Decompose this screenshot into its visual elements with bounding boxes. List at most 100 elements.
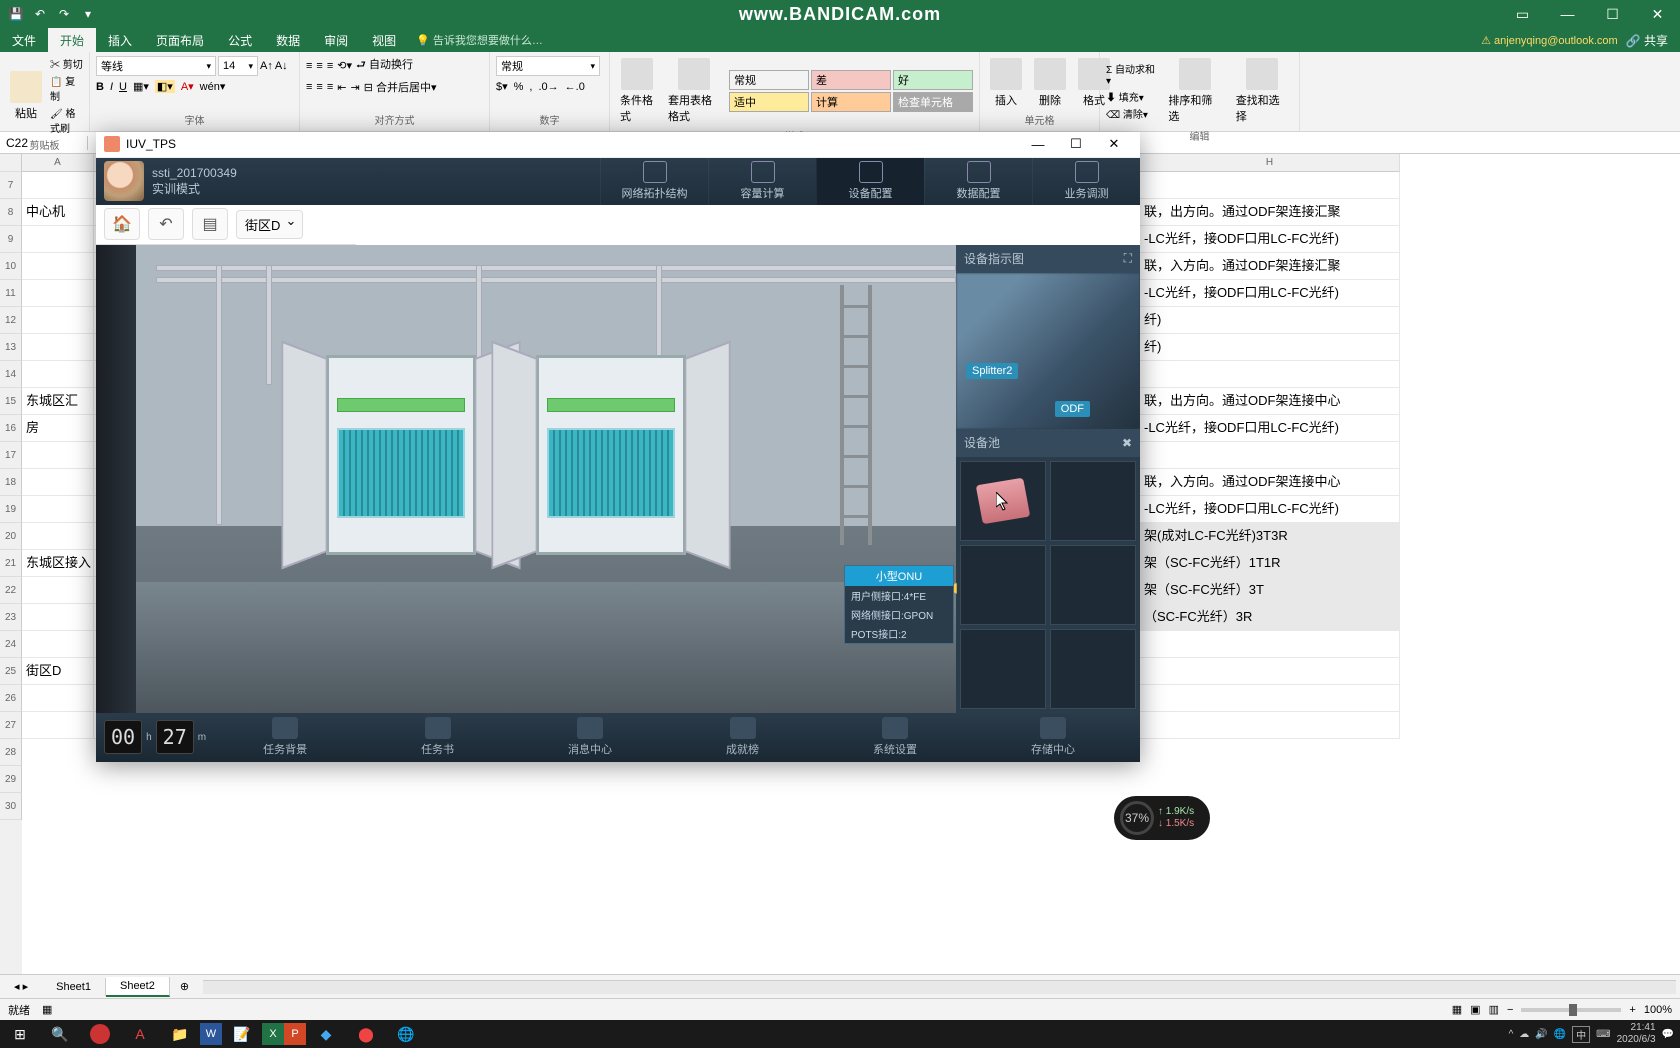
taskbar-ppt-icon[interactable]: P [284, 1023, 306, 1045]
format-painter-button[interactable]: 🖌 格式刷 [50, 105, 83, 135]
iuv-close-icon[interactable]: ✕ [1096, 132, 1132, 156]
footer-task-book[interactable]: 任务书 [421, 717, 454, 757]
tab-file[interactable]: 文件 [0, 28, 48, 53]
tab-data[interactable]: 数据 [264, 28, 312, 53]
taskbar-word-icon[interactable]: W [200, 1023, 222, 1045]
share-button[interactable]: 🔗 共享 [1626, 32, 1668, 49]
view-layout-icon[interactable]: ▣ [1470, 1003, 1480, 1016]
start-button[interactable]: ⊞ [0, 1020, 40, 1048]
name-box[interactable]: C22 [0, 136, 88, 150]
dec-decimal-icon[interactable]: ←.0 [565, 81, 585, 93]
zoom-slider[interactable] [1521, 1008, 1621, 1012]
col-header-A[interactable]: A [22, 154, 94, 172]
search-icon[interactable]: 🔍 [40, 1020, 80, 1048]
cell-H23[interactable]: （SC-FC光纤）3R [1140, 604, 1400, 631]
align-right-icon[interactable]: ≡ [327, 81, 333, 93]
location-select[interactable]: 街区D [236, 210, 303, 239]
cabinet-1[interactable] [326, 355, 476, 555]
pool-tools-icon[interactable]: ✖ [1122, 436, 1132, 450]
tray-clock[interactable]: 21:41 2020/6/3 [1617, 1022, 1656, 1046]
nav-test[interactable]: 业务调测 [1032, 158, 1140, 205]
tag-odf[interactable]: ODF [1055, 401, 1090, 417]
speed-widget[interactable]: 37% ↑ 1.9K/s ↓ 1.5K/s [1114, 796, 1210, 840]
cell-H20[interactable]: 架(成对LC-FC光纤)3T3R [1140, 523, 1400, 550]
taskbar-app-blue[interactable]: ◆ [306, 1020, 346, 1048]
footer-settings[interactable]: 系统设置 [873, 717, 917, 757]
insert-cells-button[interactable]: 插入 [986, 56, 1026, 110]
tray-net-icon[interactable]: 🌐 [1554, 1029, 1566, 1040]
home-button[interactable]: 🏠 [104, 208, 140, 240]
increase-font-icon[interactable]: A↑ [260, 60, 273, 72]
cell-H22[interactable]: 架（SC-FC光纤）3T [1140, 577, 1400, 604]
taskbar-notepad-icon[interactable]: 📝 [222, 1020, 262, 1048]
border-button[interactable]: ▦▾ [133, 80, 149, 93]
cell-A16[interactable]: 房 [22, 415, 94, 442]
tray-vol-icon[interactable]: 🔊 [1535, 1029, 1547, 1040]
clear-button[interactable]: ⌫ 清除▾ [1106, 106, 1158, 121]
tab-view[interactable]: 视图 [360, 28, 408, 53]
style-normal[interactable]: 常规 [729, 70, 809, 90]
tray-cloud-icon[interactable]: ☁ [1519, 1029, 1529, 1040]
taskbar-app-1[interactable] [90, 1024, 110, 1044]
add-sheet-icon[interactable]: ⊕ [170, 980, 199, 993]
footer-messages[interactable]: 消息中心 [568, 717, 612, 757]
style-bad[interactable]: 差 [811, 70, 891, 90]
sort-filter-button[interactable]: 排序和筛选 [1164, 56, 1225, 126]
style-neutral[interactable]: 适中 [729, 92, 809, 112]
scene-3d[interactable] [96, 245, 956, 713]
zoom-value[interactable]: 100% [1644, 1004, 1672, 1016]
back-button[interactable]: ↶ [148, 208, 184, 240]
pool-slot-6[interactable] [1050, 629, 1136, 709]
wrap-text-button[interactable]: ⮐ 自动换行 [356, 56, 413, 75]
taskbar-adobe-icon[interactable]: A [120, 1020, 160, 1048]
tray-ime-icon[interactable]: 中 [1572, 1026, 1590, 1043]
nav-device[interactable]: 设备配置 [816, 158, 924, 205]
tray-kb-icon[interactable]: ⌨ [1596, 1029, 1610, 1040]
sheet-tab-1[interactable]: Sheet1 [42, 978, 106, 996]
footer-task-bg[interactable]: 任务背景 [263, 717, 307, 757]
qa-dropdown-icon[interactable]: ▾ [80, 6, 96, 22]
close-icon[interactable]: ✕ [1635, 0, 1680, 28]
tab-home[interactable]: 开始 [48, 28, 96, 53]
zoom-out-icon[interactable]: − [1507, 1004, 1513, 1016]
delete-cells-button[interactable]: 删除 [1030, 56, 1070, 110]
italic-button[interactable]: I [110, 81, 113, 93]
pool-slot-2[interactable] [1050, 461, 1136, 541]
inc-decimal-icon[interactable]: .0→ [538, 81, 558, 93]
maximize-icon[interactable]: ☐ [1590, 0, 1635, 28]
cond-format-button[interactable]: 条件格式 [616, 56, 658, 126]
underline-button[interactable]: U [119, 81, 127, 93]
taskbar-chrome-icon[interactable]: 🌐 [386, 1020, 426, 1048]
cell-H15[interactable]: 联，出方向。通过ODF架连接中心 [1140, 388, 1400, 415]
orientation-icon[interactable]: ⟲▾ [337, 59, 352, 72]
fill-button[interactable]: ⬇ 填充▾ [1106, 89, 1158, 104]
cell-A8[interactable]: 中心机 [22, 199, 94, 226]
bold-button[interactable]: B [96, 81, 104, 93]
taskbar-excel-icon[interactable]: X [262, 1023, 284, 1045]
table-format-button[interactable]: 套用表格格式 [664, 56, 723, 126]
undo-icon[interactable]: ↶ [32, 6, 48, 22]
cell-A15[interactable]: 东城区汇 [22, 388, 94, 415]
tag-splitter[interactable]: Splitter2 [966, 363, 1018, 379]
number-format-select[interactable]: 常规 [496, 56, 600, 76]
tab-layout[interactable]: 页面布局 [144, 28, 216, 53]
redo-icon[interactable]: ↷ [56, 6, 72, 22]
minimize-icon[interactable]: — [1545, 0, 1590, 28]
currency-icon[interactable]: $▾ [496, 80, 508, 93]
iuv-maximize-icon[interactable]: ☐ [1058, 132, 1094, 156]
taskbar-explorer-icon[interactable]: 📁 [160, 1020, 200, 1048]
nav-data[interactable]: 数据配置 [924, 158, 1032, 205]
cell-H11[interactable]: -LC光纤，接ODF口用LC-FC光纤) [1140, 280, 1400, 307]
pool-slot-3[interactable] [960, 545, 1046, 625]
decrease-font-icon[interactable]: A↓ [275, 60, 288, 72]
cell-H18[interactable]: 联，入方向。通过ODF架连接中心 [1140, 469, 1400, 496]
avatar[interactable] [104, 161, 144, 201]
tray-up-icon[interactable]: ^ [1509, 1029, 1514, 1040]
list-button[interactable]: ▤ [192, 208, 228, 240]
map-tree-icon[interactable]: ⛶ [1124, 251, 1132, 266]
indent-inc-icon[interactable]: ⇥ [350, 81, 359, 94]
align-left-icon[interactable]: ≡ [306, 81, 312, 93]
ribbon-options-icon[interactable]: ▭ [1500, 0, 1545, 28]
comma-icon[interactable]: , [529, 81, 532, 93]
cell-H13[interactable]: 纤) [1140, 334, 1400, 361]
